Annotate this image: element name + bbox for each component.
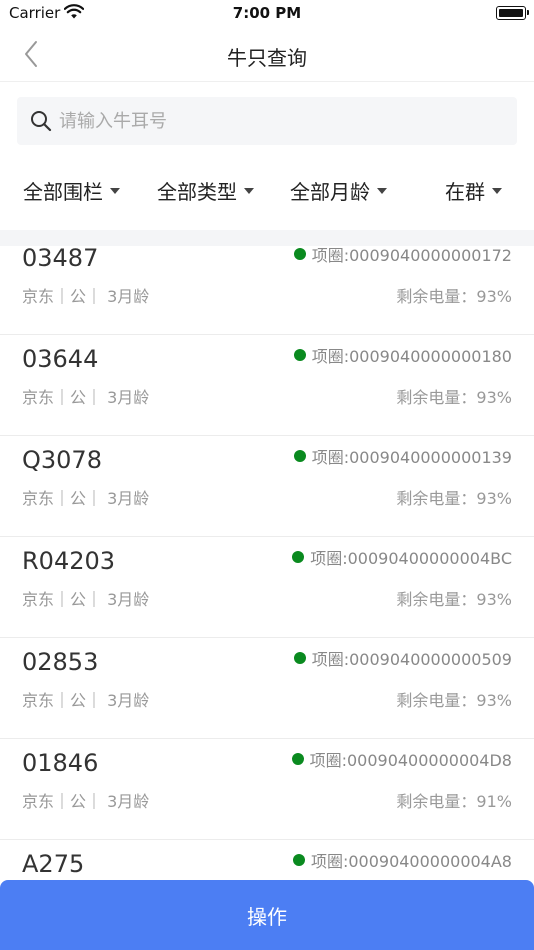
- action-button[interactable]: 操作: [0, 880, 534, 950]
- cattle-meta: 京东｜公｜ 3月龄: [22, 287, 150, 306]
- collar-info: 项圈:00090400000004D8: [291, 747, 512, 771]
- collar-battery: 剩余电量：93%: [396, 489, 512, 508]
- filter-status[interactable]: 在群: [445, 176, 502, 205]
- collar-info: 项圈:0009040000000509: [293, 646, 512, 670]
- online-status-dot: [293, 652, 306, 664]
- filter-type[interactable]: 全部类型: [157, 176, 254, 205]
- page-title: 牛只查询: [227, 46, 307, 70]
- list-item[interactable]: A275 项圈:00090400000004A8: [0, 840, 534, 880]
- cattle-ear-tag: 01846: [22, 749, 99, 777]
- online-status-dot: [292, 854, 305, 866]
- collar-battery: 剩余电量：93%: [396, 287, 512, 306]
- filter-row: 全部围栏 全部类型 全部月龄 在群: [0, 166, 534, 220]
- collar-id: 项圈:0009040000000139: [311, 448, 512, 467]
- search-box[interactable]: [17, 97, 517, 145]
- cattle-ear-tag: 02853: [22, 648, 99, 676]
- cattle-meta: 京东｜公｜ 3月龄: [22, 388, 150, 407]
- collar-info: 项圈:00090400000004BC: [292, 545, 512, 569]
- collar-info: 项圈:0009040000000172: [293, 246, 512, 266]
- search-icon: [30, 110, 52, 136]
- filter-age-label: 全部月龄: [290, 180, 370, 204]
- cattle-meta: 京东｜公｜ 3月龄: [22, 792, 150, 811]
- filter-status-label: 在群: [445, 180, 485, 204]
- battery-icon: [496, 6, 529, 20]
- online-status-dot: [293, 450, 306, 462]
- list-item[interactable]: Q3078 项圈:0009040000000139 京东｜公｜ 3月龄 剩余电量…: [0, 436, 534, 537]
- cattle-ear-tag: 03487: [22, 246, 99, 272]
- list-item[interactable]: 02853 项圈:0009040000000509 京东｜公｜ 3月龄 剩余电量…: [0, 638, 534, 739]
- collar-id: 项圈:00090400000004D8: [309, 751, 512, 770]
- filter-pen[interactable]: 全部围栏: [23, 176, 120, 205]
- nav-bar: 牛只查询: [0, 30, 534, 82]
- online-status-dot: [292, 551, 305, 563]
- collar-id: 项圈:00090400000004BC: [310, 549, 512, 568]
- collar-id: 项圈:0009040000000172: [311, 246, 512, 265]
- collar-battery: 剩余电量：91%: [396, 792, 512, 811]
- list-item[interactable]: 01846 项圈:00090400000004D8 京东｜公｜ 3月龄 剩余电量…: [0, 739, 534, 840]
- cattle-ear-tag: A275: [22, 850, 85, 878]
- collar-id: 项圈:0009040000000180: [311, 347, 512, 366]
- search-input[interactable]: [59, 105, 499, 137]
- cattle-meta: 京东｜公｜ 3月龄: [22, 489, 150, 508]
- collar-info: 项圈:00090400000004A8: [292, 848, 512, 872]
- cattle-meta: 京东｜公｜ 3月龄: [22, 590, 150, 609]
- cattle-ear-tag: Q3078: [22, 446, 102, 474]
- online-status-dot: [291, 753, 304, 765]
- collar-battery: 剩余电量：93%: [396, 691, 512, 710]
- caret-down-icon: [244, 187, 254, 194]
- filter-age[interactable]: 全部月龄: [290, 176, 387, 205]
- status-bar: Carrier 7:00 PM: [0, 0, 534, 30]
- section-divider: [0, 230, 534, 246]
- collar-battery: 剩余电量：93%: [396, 590, 512, 609]
- caret-down-icon: [110, 187, 120, 194]
- filter-type-label: 全部类型: [157, 180, 237, 204]
- list-item[interactable]: 03644 项圈:0009040000000180 京东｜公｜ 3月龄 剩余电量…: [0, 335, 534, 436]
- filter-pen-label: 全部围栏: [23, 180, 103, 204]
- collar-id: 项圈:0009040000000509: [311, 650, 512, 669]
- status-time: 7:00 PM: [232, 4, 302, 22]
- online-status-dot: [293, 248, 306, 260]
- cattle-list[interactable]: 03487 项圈:0009040000000172 京东｜公｜ 3月龄 剩余电量…: [0, 246, 534, 880]
- action-button-label: 操作: [247, 904, 287, 929]
- online-status-dot: [293, 349, 306, 361]
- collar-info: 项圈:0009040000000139: [293, 444, 512, 468]
- cattle-ear-tag: R04203: [22, 547, 116, 575]
- cattle-ear-tag: 03644: [22, 345, 99, 373]
- list-item[interactable]: 03487 项圈:0009040000000172 京东｜公｜ 3月龄 剩余电量…: [0, 246, 534, 335]
- caret-down-icon: [492, 187, 502, 194]
- cattle-meta: 京东｜公｜ 3月龄: [22, 691, 150, 710]
- caret-down-icon: [377, 187, 387, 194]
- list-item[interactable]: R04203 项圈:00090400000004BC 京东｜公｜ 3月龄 剩余电…: [0, 537, 534, 638]
- collar-id: 项圈:00090400000004A8: [310, 852, 512, 871]
- collar-info: 项圈:0009040000000180: [293, 343, 512, 367]
- collar-battery: 剩余电量：93%: [396, 388, 512, 407]
